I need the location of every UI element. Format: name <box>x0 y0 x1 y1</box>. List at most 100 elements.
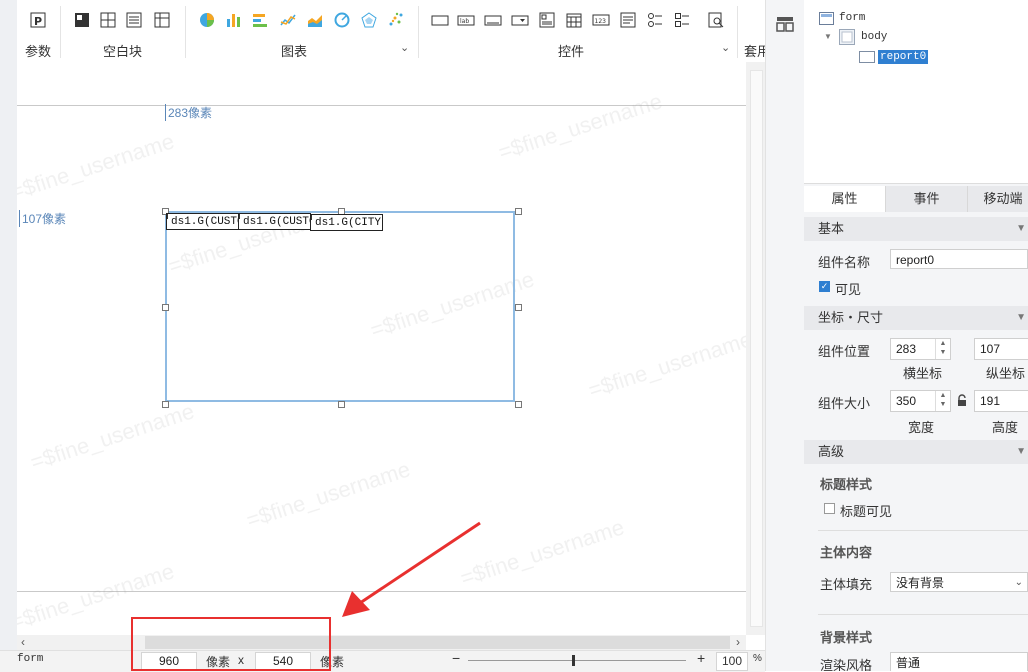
list-widget-icon[interactable] <box>538 11 556 29</box>
report-node-icon <box>859 51 875 63</box>
left-edge-strip <box>0 0 18 671</box>
date-widget-icon[interactable] <box>565 11 583 29</box>
y-caption: 纵坐标 <box>986 366 1026 381</box>
zoom-slider-track[interactable] <box>468 660 686 661</box>
ribbon-group-blank[interactable]: 空白块 <box>103 41 142 60</box>
gauge-chart-icon[interactable] <box>333 11 351 29</box>
background-style-heading: 背景样式 <box>820 630 873 645</box>
button-widget-icon[interactable] <box>431 11 449 29</box>
collapse-caret-icon[interactable]: ▼ <box>1016 217 1026 241</box>
ribbon-separator <box>185 6 186 58</box>
chevron-down-icon[interactable]: ⌄ <box>721 41 730 54</box>
scroll-left-icon[interactable]: ‹ <box>21 635 25 649</box>
zoom-in-icon[interactable]: + <box>697 650 705 666</box>
textarea-widget-icon[interactable] <box>619 11 637 29</box>
body-node-icon <box>839 29 855 48</box>
component-tree: form ▼ body report0 <box>804 0 1028 184</box>
resize-handle[interactable] <box>515 401 522 408</box>
radio-group-widget-icon[interactable] <box>646 11 664 29</box>
x-position-value: 283 <box>896 342 917 356</box>
zoom-input[interactable]: 100 <box>716 652 748 671</box>
side-toolbar <box>765 0 805 671</box>
section-advanced[interactable]: 高级 ▼ <box>804 440 1028 464</box>
section-advanced-title: 高级 <box>818 444 845 459</box>
y-position-stepper[interactable]: 107 <box>974 338 1028 360</box>
svg-text:P: P <box>34 15 42 28</box>
zoom-out-icon[interactable]: − <box>452 650 460 666</box>
scatter-chart-icon[interactable] <box>387 11 405 29</box>
component-name-input[interactable]: report0 <box>890 249 1028 269</box>
number-widget-icon[interactable]: 123 <box>592 11 610 29</box>
absolute-layout-icon[interactable] <box>73 11 91 29</box>
resize-handle[interactable] <box>515 304 522 311</box>
y-position-value: 107 <box>980 342 1001 356</box>
collapse-caret-icon[interactable]: ▼ <box>1016 440 1026 464</box>
ribbon-group-param[interactable]: 参数 <box>25 41 51 60</box>
tab-layout-icon[interactable] <box>125 11 143 29</box>
parameter-icon[interactable]: P <box>29 11 47 29</box>
status-root-label: form <box>17 653 44 665</box>
svg-text:123: 123 <box>595 18 607 25</box>
bar-chart-icon[interactable] <box>225 11 243 29</box>
chevron-down-icon[interactable]: ⌄ <box>400 41 409 54</box>
x-position-stepper[interactable]: 283 ▲ ▼ <box>890 338 951 360</box>
section-coordinates[interactable]: 坐标・尺寸 ▼ <box>804 306 1028 330</box>
section-basic[interactable]: 基本 ▼ <box>804 217 1028 241</box>
report-cell[interactable]: ds1.G(CUSTO <box>238 213 311 230</box>
stepper-arrows-icon[interactable]: ▲ ▼ <box>935 391 950 411</box>
area-chart-icon[interactable] <box>306 11 324 29</box>
tree-node-form[interactable]: form <box>839 12 865 24</box>
ribbon-group-widget[interactable]: 控件 <box>558 41 584 60</box>
split-layout-icon[interactable] <box>99 11 117 29</box>
ribbon-group-chart[interactable]: 图表 <box>281 41 307 60</box>
chevron-down-icon[interactable]: ⌄ <box>1015 573 1023 593</box>
text-widget-icon[interactable] <box>484 11 502 29</box>
resize-handle[interactable] <box>515 208 522 215</box>
annotation-arrow-icon <box>342 521 481 617</box>
collapse-caret-icon[interactable]: ▼ <box>1016 306 1026 330</box>
resize-handle[interactable] <box>338 401 345 408</box>
resize-handle[interactable] <box>162 401 169 408</box>
vertical-scrollbar-thumb[interactable] <box>750 70 763 627</box>
visible-checkbox[interactable]: ✓ <box>819 281 830 292</box>
query-widget-icon[interactable] <box>707 11 725 29</box>
component-name-label: 组件名称 <box>818 255 871 270</box>
width-stepper[interactable]: 350 ▲ ▼ <box>890 390 951 412</box>
tree-node-report[interactable]: report0 <box>878 50 929 64</box>
tab-properties[interactable]: 属性 <box>804 186 886 212</box>
line-chart-icon[interactable] <box>279 11 297 29</box>
report-component[interactable] <box>165 211 515 402</box>
report-cell[interactable]: ds1.G(CUSTO <box>166 213 239 230</box>
title-visible-checkbox[interactable] <box>824 503 835 514</box>
height-stepper[interactable]: 191 <box>974 390 1028 412</box>
body-fill-label: 主体填充 <box>820 577 873 592</box>
render-style-select[interactable]: 普通 <box>890 652 1028 671</box>
properties-panel: 属性 事件 移动端 基本 ▼ 组件名称 report0 ✓ 可见 坐标・尺寸 ▼… <box>804 184 1028 671</box>
vertical-scrollbar[interactable] <box>746 62 765 635</box>
tree-expand-icon[interactable]: ▼ <box>824 32 832 41</box>
label-widget-icon[interactable]: lab <box>457 11 475 29</box>
pie-chart-icon[interactable] <box>198 11 216 29</box>
horizontal-bar-chart-icon[interactable] <box>251 11 269 29</box>
report-cell-text: ds1.G(CITY) <box>315 217 383 229</box>
body-fill-select[interactable]: 没有背景 ⌄ <box>890 572 1028 592</box>
ribbon-separator <box>418 6 419 58</box>
resize-handle[interactable] <box>162 304 169 311</box>
table-layout-icon[interactable] <box>153 11 171 29</box>
radar-chart-icon[interactable] <box>360 11 378 29</box>
layout-panel-icon[interactable] <box>776 16 794 35</box>
tab-mobile[interactable]: 移动端 <box>968 186 1028 212</box>
lock-icon[interactable] <box>957 394 967 410</box>
checkbox-group-widget-icon[interactable] <box>673 11 691 29</box>
dropdown-widget-icon[interactable] <box>511 11 529 29</box>
stepper-arrows-icon[interactable]: ▲ ▼ <box>935 339 950 359</box>
horizontal-scrollbar[interactable]: ‹ › <box>17 635 746 650</box>
tree-node-body[interactable]: body <box>861 31 887 43</box>
report-cell[interactable]: ds1.G(CITY) <box>310 214 383 231</box>
zoom-slider-thumb[interactable] <box>572 655 575 666</box>
width-value: 350 <box>896 394 917 408</box>
tab-events[interactable]: 事件 <box>886 186 968 212</box>
divider <box>818 614 1028 615</box>
scroll-right-icon[interactable]: › <box>736 635 740 649</box>
svg-text:lab: lab <box>460 18 469 25</box>
